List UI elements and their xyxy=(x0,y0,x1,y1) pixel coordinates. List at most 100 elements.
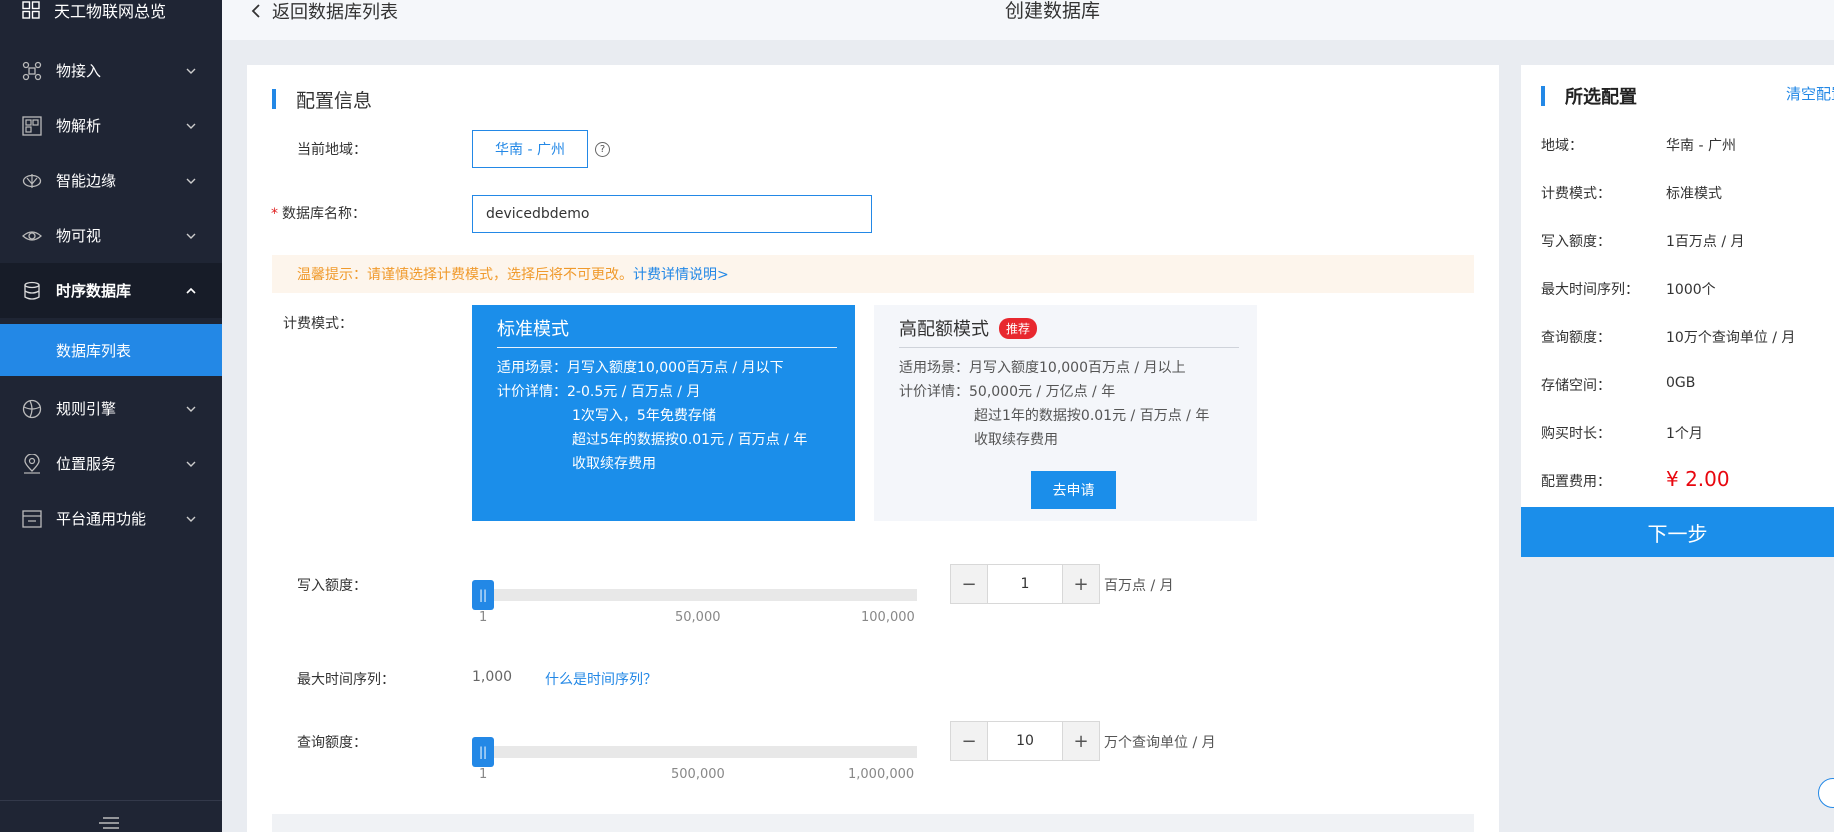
plan-standard-title: 标准模式 xyxy=(497,319,569,340)
sidebar-item-label: 物解析 xyxy=(56,117,102,135)
plan-standard-pricing: 计价详情：2-0.5元 / 百万点 / 月 xyxy=(497,384,701,400)
plan-standard-scenario: 适用场景：月写入额度10,000百万点 / 月以下 xyxy=(497,360,784,376)
write-quota-slider[interactable]: || xyxy=(472,580,917,610)
sidebar-item-tsdb[interactable]: 时序数据库 xyxy=(0,263,222,318)
sidebar-overview[interactable]: 天工物联网总览 xyxy=(0,0,222,24)
write-tick-max: 100,000 xyxy=(861,610,915,625)
sidebar-item-label: 智能边缘 xyxy=(56,172,117,190)
config-panel: 配置信息 当前地域： 华南 - 广州 ? *数据库名称： 温馨提示：请谨慎选择计… xyxy=(247,65,1499,832)
plan-premium-card[interactable]: 高配额模式 推荐 适用场景：月写入额度10,000百万点 / 月以上 计价详情：… xyxy=(874,305,1257,521)
notice-text: 温馨提示：请谨慎选择计费模式，选择后将不可更改。 xyxy=(297,267,633,283)
sidebar-overview-label: 天工物联网总览 xyxy=(54,2,167,21)
edge-icon xyxy=(22,171,42,191)
write-increment-button[interactable]: + xyxy=(1063,565,1099,603)
sidebar-item-device-access[interactable]: 物接入 xyxy=(0,43,222,98)
rule-engine-icon xyxy=(22,399,42,419)
section-title-bar xyxy=(272,89,276,109)
plan-premium-detail-2: 收取续存费用 xyxy=(974,432,1058,448)
write-tick-min: 1 xyxy=(479,610,488,625)
sidebar-item-label: 规则引擎 xyxy=(56,400,117,418)
apply-button[interactable]: 去申请 xyxy=(1031,471,1116,509)
location-icon xyxy=(22,453,42,474)
sidebar-item-label: 物可视 xyxy=(56,227,102,245)
page-title: 创建数据库 xyxy=(1005,0,1101,22)
next-step-button[interactable]: 下一步 xyxy=(1521,507,1834,557)
recommend-badge: 推荐 xyxy=(999,317,1038,339)
summary-title-bar xyxy=(1541,86,1545,106)
plan-standard-card[interactable]: 标准模式 适用场景：月写入额度10,000百万点 / 月以下 计价详情：2-0.… xyxy=(472,305,855,521)
eye-icon xyxy=(22,226,42,246)
sidebar-item-label: 位置服务 xyxy=(56,455,117,473)
clear-config-link[interactable]: 清空配置 xyxy=(1786,83,1834,104)
database-icon xyxy=(22,281,42,301)
summary-row-value: 1个月 xyxy=(1666,426,1703,442)
query-decrement-button[interactable]: − xyxy=(951,722,987,760)
db-name-input[interactable] xyxy=(472,195,872,233)
device-access-icon xyxy=(22,61,42,81)
summary-title-text: 所选配置 xyxy=(1565,87,1637,108)
summary-row-value: 标准模式 xyxy=(1666,186,1722,202)
required-mark: * xyxy=(271,206,278,222)
billing-details-link[interactable]: 计费详情说明> xyxy=(633,264,729,284)
chevron-down-icon xyxy=(186,514,196,524)
write-quota-unit: 百万点 / 月 xyxy=(1104,578,1174,594)
query-quota-stepper: − 10 + xyxy=(950,721,1100,761)
section-title: 配置信息 xyxy=(272,89,372,112)
region-button[interactable]: 华南 - 广州 xyxy=(472,130,588,168)
chevron-left-icon xyxy=(250,4,262,18)
query-quota-value[interactable]: 10 xyxy=(987,722,1063,760)
summary-row-label: 计费模式： xyxy=(1541,186,1611,202)
plan-premium-detail-1: 超过1年的数据按0.01元 / 百万点 / 年 xyxy=(974,408,1210,424)
billing-notice: 温馨提示：请谨慎选择计费模式，选择后将不可更改。 计费详情说明> xyxy=(272,255,1474,293)
platform-icon xyxy=(22,509,42,529)
summary-row-label: 写入额度： xyxy=(1541,234,1611,250)
query-quota-label: 查询额度： xyxy=(297,735,367,751)
what-is-series-link[interactable]: 什么是时间序列？ xyxy=(545,669,657,689)
device-parse-icon xyxy=(22,115,42,136)
sidebar-subitem-db-list[interactable]: 数据库列表 xyxy=(0,324,222,376)
floating-help-button[interactable] xyxy=(1818,778,1834,808)
billing-mode-label: 计费模式： xyxy=(283,316,353,332)
summary-row-label: 地域： xyxy=(1541,138,1583,154)
sidebar-item-location[interactable]: 位置服务 xyxy=(0,436,222,491)
sidebar-item-platform[interactable]: 平台通用功能 xyxy=(0,491,222,546)
sidebar-collapse-toggle[interactable] xyxy=(0,800,222,832)
query-quota-slider-handle[interactable]: || xyxy=(472,737,494,767)
sidebar-subitem-label: 数据库列表 xyxy=(56,341,132,360)
region-label: 当前地域： xyxy=(297,142,367,158)
sidebar-item-visual[interactable]: 物可视 xyxy=(0,208,222,263)
write-decrement-button[interactable]: − xyxy=(951,565,987,603)
query-increment-button[interactable]: + xyxy=(1063,722,1099,760)
query-tick-max: 1,000,000 xyxy=(848,767,915,782)
chevron-down-icon xyxy=(186,66,196,76)
sidebar-item-edge[interactable]: 智能边缘 xyxy=(0,153,222,208)
summary-panel: 所选配置 清空配置 地域： 华南 - 广州 计费模式： 标准模式 写入额度： 1… xyxy=(1521,65,1834,557)
help-icon[interactable]: ? xyxy=(595,142,610,157)
chevron-down-icon xyxy=(186,404,196,414)
chevron-up-icon xyxy=(186,286,196,296)
summary-row-value: 1000个 xyxy=(1666,282,1716,298)
chevron-down-icon xyxy=(186,459,196,469)
back-to-list-link[interactable]: 返回数据库列表 xyxy=(250,0,398,23)
write-quota-value[interactable]: 1 xyxy=(987,565,1063,603)
summary-row-value: 华南 - 广州 xyxy=(1666,138,1736,154)
write-quota-slider-handle[interactable]: || xyxy=(472,580,494,610)
sidebar: 天工物联网总览 物接入 物解析 智能边缘 物可视 时序数据库 数据库列表 规则引… xyxy=(0,0,222,832)
summary-row-label: 最大时间序列： xyxy=(1541,282,1639,298)
summary-row-value: 0GB xyxy=(1666,375,1696,391)
summary-row-value: 1百万点 / 月 xyxy=(1666,234,1745,250)
query-tick-min: 1 xyxy=(479,767,488,782)
db-name-label-row: * 数据库名称： xyxy=(271,203,366,223)
topbar: 返回数据库列表 创建数据库 xyxy=(222,0,1834,40)
plan-premium-title-row: 高配额模式 推荐 xyxy=(899,315,1038,341)
plan-premium-pricing: 计价详情：50,000元 / 万亿点 / 年 xyxy=(899,384,1116,400)
summary-row-value: 10万个查询单位 / 月 xyxy=(1666,330,1796,346)
sidebar-item-rule-engine[interactable]: 规则引擎 xyxy=(0,381,222,436)
fee-value: ¥ 2.00 xyxy=(1666,467,1730,491)
footer-strip xyxy=(272,814,1474,832)
summary-row-label: 存储空间： xyxy=(1541,378,1611,394)
query-quota-unit: 万个查询单位 / 月 xyxy=(1104,735,1216,751)
chevron-down-icon xyxy=(186,176,196,186)
query-quota-slider[interactable]: || xyxy=(472,737,917,767)
sidebar-item-device-parse[interactable]: 物解析 xyxy=(0,98,222,153)
